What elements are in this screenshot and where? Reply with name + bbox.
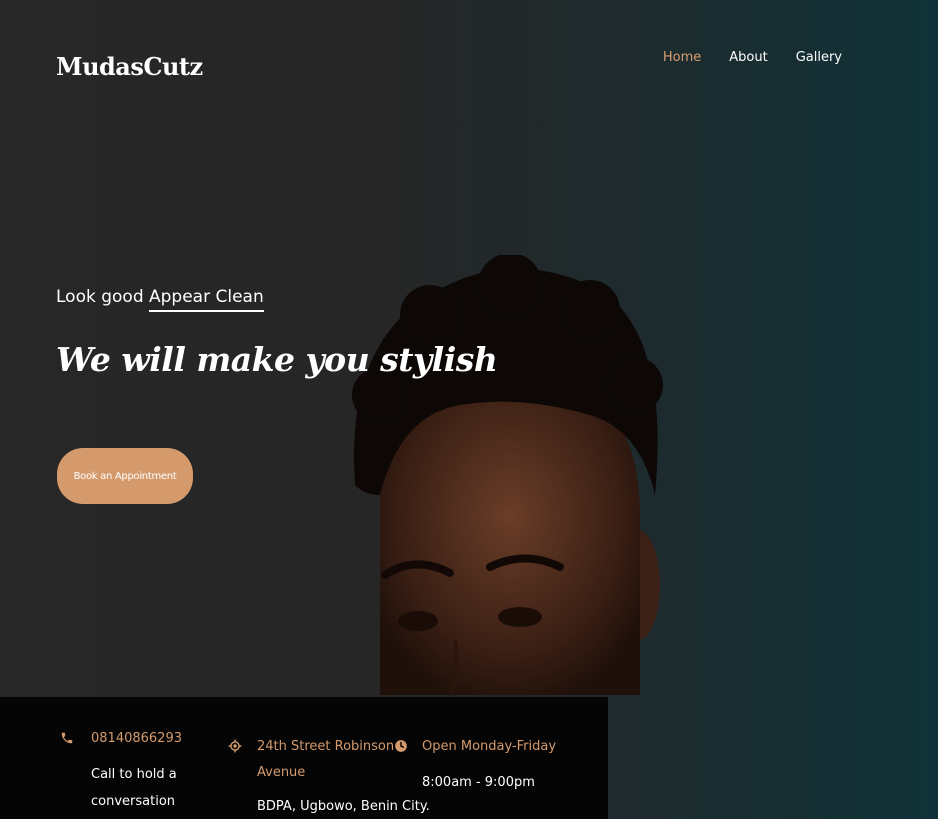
nav-item-home[interactable]: Home: [663, 50, 701, 65]
phone-description-line1: Call to hold a: [91, 767, 177, 782]
top-navigation-bar: MudasCutz Home About Gallery: [0, 0, 938, 120]
tagline-plain-text: Look good: [56, 287, 150, 307]
hero-tagline: Look good Appear Clean: [56, 287, 264, 312]
nav-item-gallery[interactable]: Gallery: [796, 50, 842, 65]
contact-info-bar: 08140866293 Call to hold a conversation …: [0, 697, 608, 819]
clock-icon: [395, 740, 407, 752]
phone-number-link[interactable]: 08140866293: [91, 731, 182, 746]
book-appointment-button[interactable]: Book an Appointment: [57, 448, 193, 504]
main-nav: Home About Gallery: [663, 50, 842, 65]
opening-time: 8:00am - 9:00pm: [422, 775, 535, 790]
opening-days: Open Monday-Friday: [422, 739, 557, 754]
address-line3: BDPA, Ugbowo, Benin City.: [257, 799, 430, 814]
landing-page: MudasCutz Home About Gallery Look good A…: [0, 0, 938, 819]
nav-item-about[interactable]: About: [729, 50, 767, 65]
tagline-highlight-text: Appear Clean: [149, 287, 264, 312]
phone-icon: [61, 732, 73, 744]
address-line2: Avenue: [257, 765, 306, 780]
brand-logo[interactable]: MudasCutz: [56, 52, 203, 81]
phone-description-line2: conversation: [91, 794, 176, 809]
hero-headline: We will make you stylish: [56, 340, 498, 379]
location-icon: [228, 739, 242, 753]
address-line1: 24th Street Robinson: [257, 739, 395, 754]
